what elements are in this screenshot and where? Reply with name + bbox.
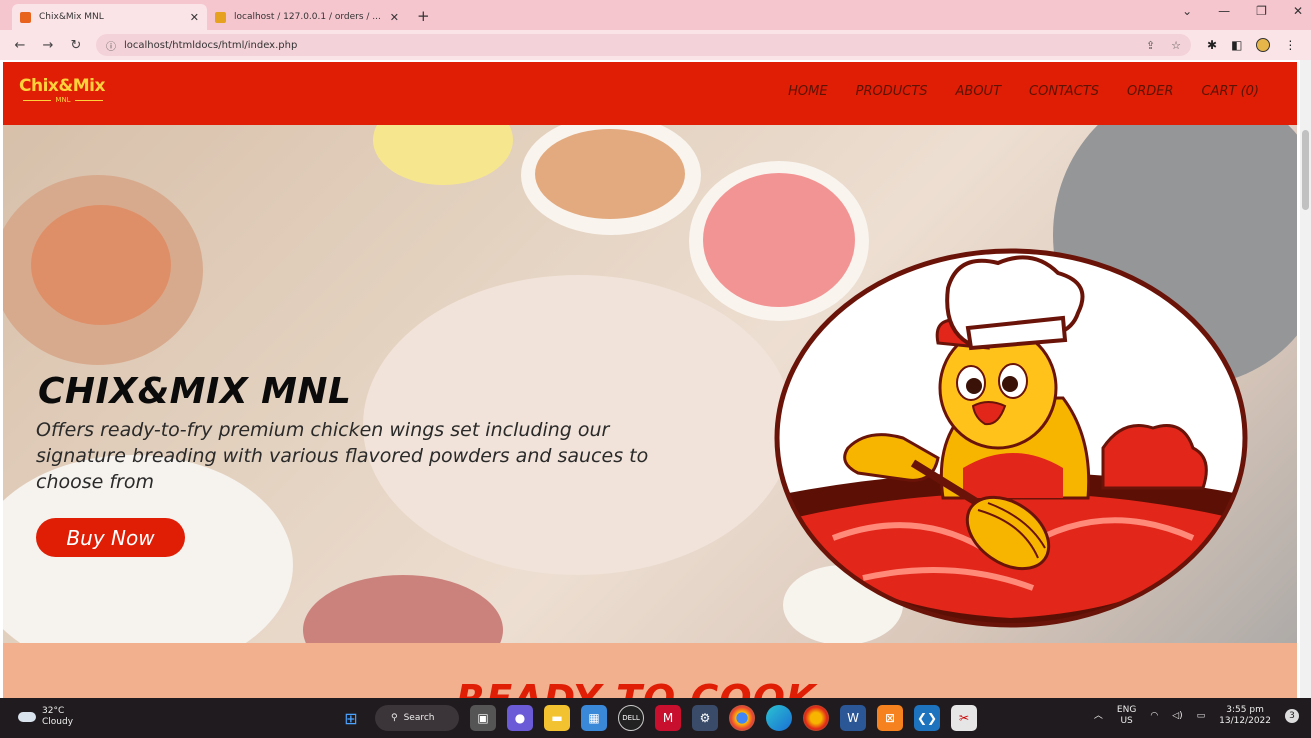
page-scrollbar[interactable] bbox=[1300, 60, 1311, 698]
battery-icon[interactable]: ▭ bbox=[1197, 711, 1206, 722]
tab-title: localhost / 127.0.0.1 / orders / ... bbox=[234, 12, 381, 22]
buy-now-button[interactable]: Buy Now bbox=[36, 518, 185, 557]
ready-to-cook-section: READY TO COOK bbox=[3, 643, 1297, 698]
browser-tab-active[interactable]: Chix&Mix MNL ✕ bbox=[12, 4, 207, 30]
wifi-icon[interactable]: ◠ bbox=[1150, 711, 1158, 722]
tab-close-icon[interactable]: ✕ bbox=[190, 11, 199, 24]
reload-icon[interactable]: ↻ bbox=[62, 38, 90, 53]
cloud-icon bbox=[18, 712, 36, 722]
tab-title: Chix&Mix MNL bbox=[39, 12, 104, 22]
nav-about[interactable]: ABOUT bbox=[956, 84, 1002, 99]
edge-icon[interactable] bbox=[766, 705, 792, 731]
close-icon[interactable]: ✕ bbox=[1293, 4, 1303, 18]
tab-favicon-icon bbox=[20, 11, 31, 23]
main-nav: HOME PRODUCTS ABOUT CONTACTS ORDER CART … bbox=[788, 84, 1259, 99]
extensions-icon[interactable]: ✱ bbox=[1207, 38, 1217, 52]
address-bar[interactable]: ⓘ localhost/htmldocs/html/index.php ⇪ ☆ bbox=[96, 34, 1191, 56]
microsoft-store-icon[interactable]: ▦ bbox=[581, 705, 607, 731]
os-taskbar: 32°C Cloudy ⊞ ⚲ Search ▣ ● ▬ ▦ DELL M ⚙ … bbox=[0, 698, 1311, 738]
chevron-up-icon[interactable]: ︿ bbox=[1094, 711, 1103, 722]
chrome-profile-icon[interactable] bbox=[803, 705, 829, 731]
tab-close-icon[interactable]: ✕ bbox=[390, 11, 399, 24]
notification-badge[interactable]: 3 bbox=[1285, 709, 1299, 723]
web-page: Chix&Mix MNL HOME PRODUCTS ABOUT CONTACT… bbox=[0, 60, 1300, 698]
browser-toolbar: ← → ↻ ⓘ localhost/htmldocs/html/index.ph… bbox=[0, 30, 1311, 60]
site-header: Chix&Mix MNL HOME PRODUCTS ABOUT CONTACT… bbox=[3, 62, 1297, 125]
snipping-tool-icon[interactable]: ✂ bbox=[951, 705, 977, 731]
chicken-chef-mascot-image bbox=[774, 248, 1248, 628]
nav-home[interactable]: HOME bbox=[788, 84, 827, 99]
hero-title: CHIX&MIX MNL bbox=[38, 371, 352, 412]
weather-temp: 32°C bbox=[42, 706, 65, 716]
word-icon[interactable]: W bbox=[840, 705, 866, 731]
weather-condition: Cloudy bbox=[42, 717, 74, 727]
taskbar-search[interactable]: ⚲ Search bbox=[375, 705, 459, 731]
chevron-down-icon[interactable]: ⌄ bbox=[1182, 4, 1192, 18]
browser-tab-inactive[interactable]: localhost / 127.0.0.1 / orders / ... ✕ bbox=[207, 4, 407, 30]
url-text[interactable]: localhost/htmldocs/html/index.php bbox=[124, 40, 1146, 51]
profile-avatar[interactable] bbox=[1256, 38, 1271, 52]
nav-contacts[interactable]: CONTACTS bbox=[1029, 84, 1099, 99]
bookmark-star-icon[interactable]: ☆ bbox=[1171, 39, 1181, 52]
new-tab-icon[interactable]: + bbox=[417, 4, 430, 30]
minimize-icon[interactable]: — bbox=[1218, 4, 1230, 18]
teams-chat-icon[interactable]: ● bbox=[507, 705, 533, 731]
file-explorer-icon[interactable]: ▬ bbox=[544, 705, 570, 731]
start-windows-icon[interactable]: ⊞ bbox=[338, 705, 364, 731]
side-panel-icon[interactable]: ◧ bbox=[1231, 38, 1242, 52]
vscode-icon[interactable]: ❮❯ bbox=[914, 705, 940, 731]
restore-icon[interactable]: ❐ bbox=[1256, 4, 1267, 18]
forward-arrow-icon[interactable]: → bbox=[34, 38, 62, 53]
nav-order[interactable]: ORDER bbox=[1127, 84, 1174, 99]
site-logo[interactable]: Chix&Mix bbox=[19, 76, 105, 96]
menu-dots-icon[interactable]: ⋮ bbox=[1284, 38, 1296, 52]
browser-tab-strip: Chix&Mix MNL ✕ localhost / 127.0.0.1 / o… bbox=[0, 0, 1311, 30]
share-icon[interactable]: ⇪ bbox=[1146, 39, 1155, 52]
tab-favicon-icon bbox=[215, 11, 226, 23]
nav-cart[interactable]: CART (0) bbox=[1202, 84, 1260, 99]
xampp-icon[interactable]: ⊠ bbox=[877, 705, 903, 731]
site-logo-sub: MNL bbox=[23, 96, 103, 104]
chrome-icon[interactable] bbox=[729, 705, 755, 731]
hero-description: Offers ready-to-fry premium chicken wing… bbox=[36, 419, 649, 493]
site-info-icon[interactable]: ⓘ bbox=[106, 38, 116, 53]
scrollbar-thumb[interactable] bbox=[1302, 130, 1309, 210]
taskbar-apps: ⊞ ⚲ Search ▣ ● ▬ ▦ DELL M ⚙ W ⊠ ❮❯ ✂ bbox=[338, 705, 977, 731]
section-title: READY TO COOK bbox=[456, 677, 816, 698]
system-tray: ︿ ENG US ◠ ◁) ▭ 3:55 pm 13/12/2022 3 bbox=[1094, 705, 1299, 727]
task-view-icon[interactable]: ▣ bbox=[470, 705, 496, 731]
back-arrow-icon[interactable]: ← bbox=[6, 38, 34, 53]
volume-icon[interactable]: ◁) bbox=[1172, 711, 1182, 722]
settings-gear-icon[interactable]: ⚙ bbox=[692, 705, 718, 731]
dell-icon[interactable]: DELL bbox=[618, 705, 644, 731]
mcafee-icon[interactable]: M bbox=[655, 705, 681, 731]
search-icon: ⚲ bbox=[391, 713, 398, 723]
weather-widget[interactable]: 32°C Cloudy bbox=[18, 706, 73, 728]
taskbar-clock[interactable]: 3:55 pm 13/12/2022 bbox=[1219, 705, 1271, 727]
hero-section: CHIX&MIX MNL Offers ready-to-fry premium… bbox=[3, 125, 1297, 643]
nav-products[interactable]: PRODUCTS bbox=[856, 84, 928, 99]
language-indicator[interactable]: ENG US bbox=[1117, 705, 1136, 727]
window-controls: ⌄ — ❐ ✕ bbox=[1182, 4, 1303, 18]
